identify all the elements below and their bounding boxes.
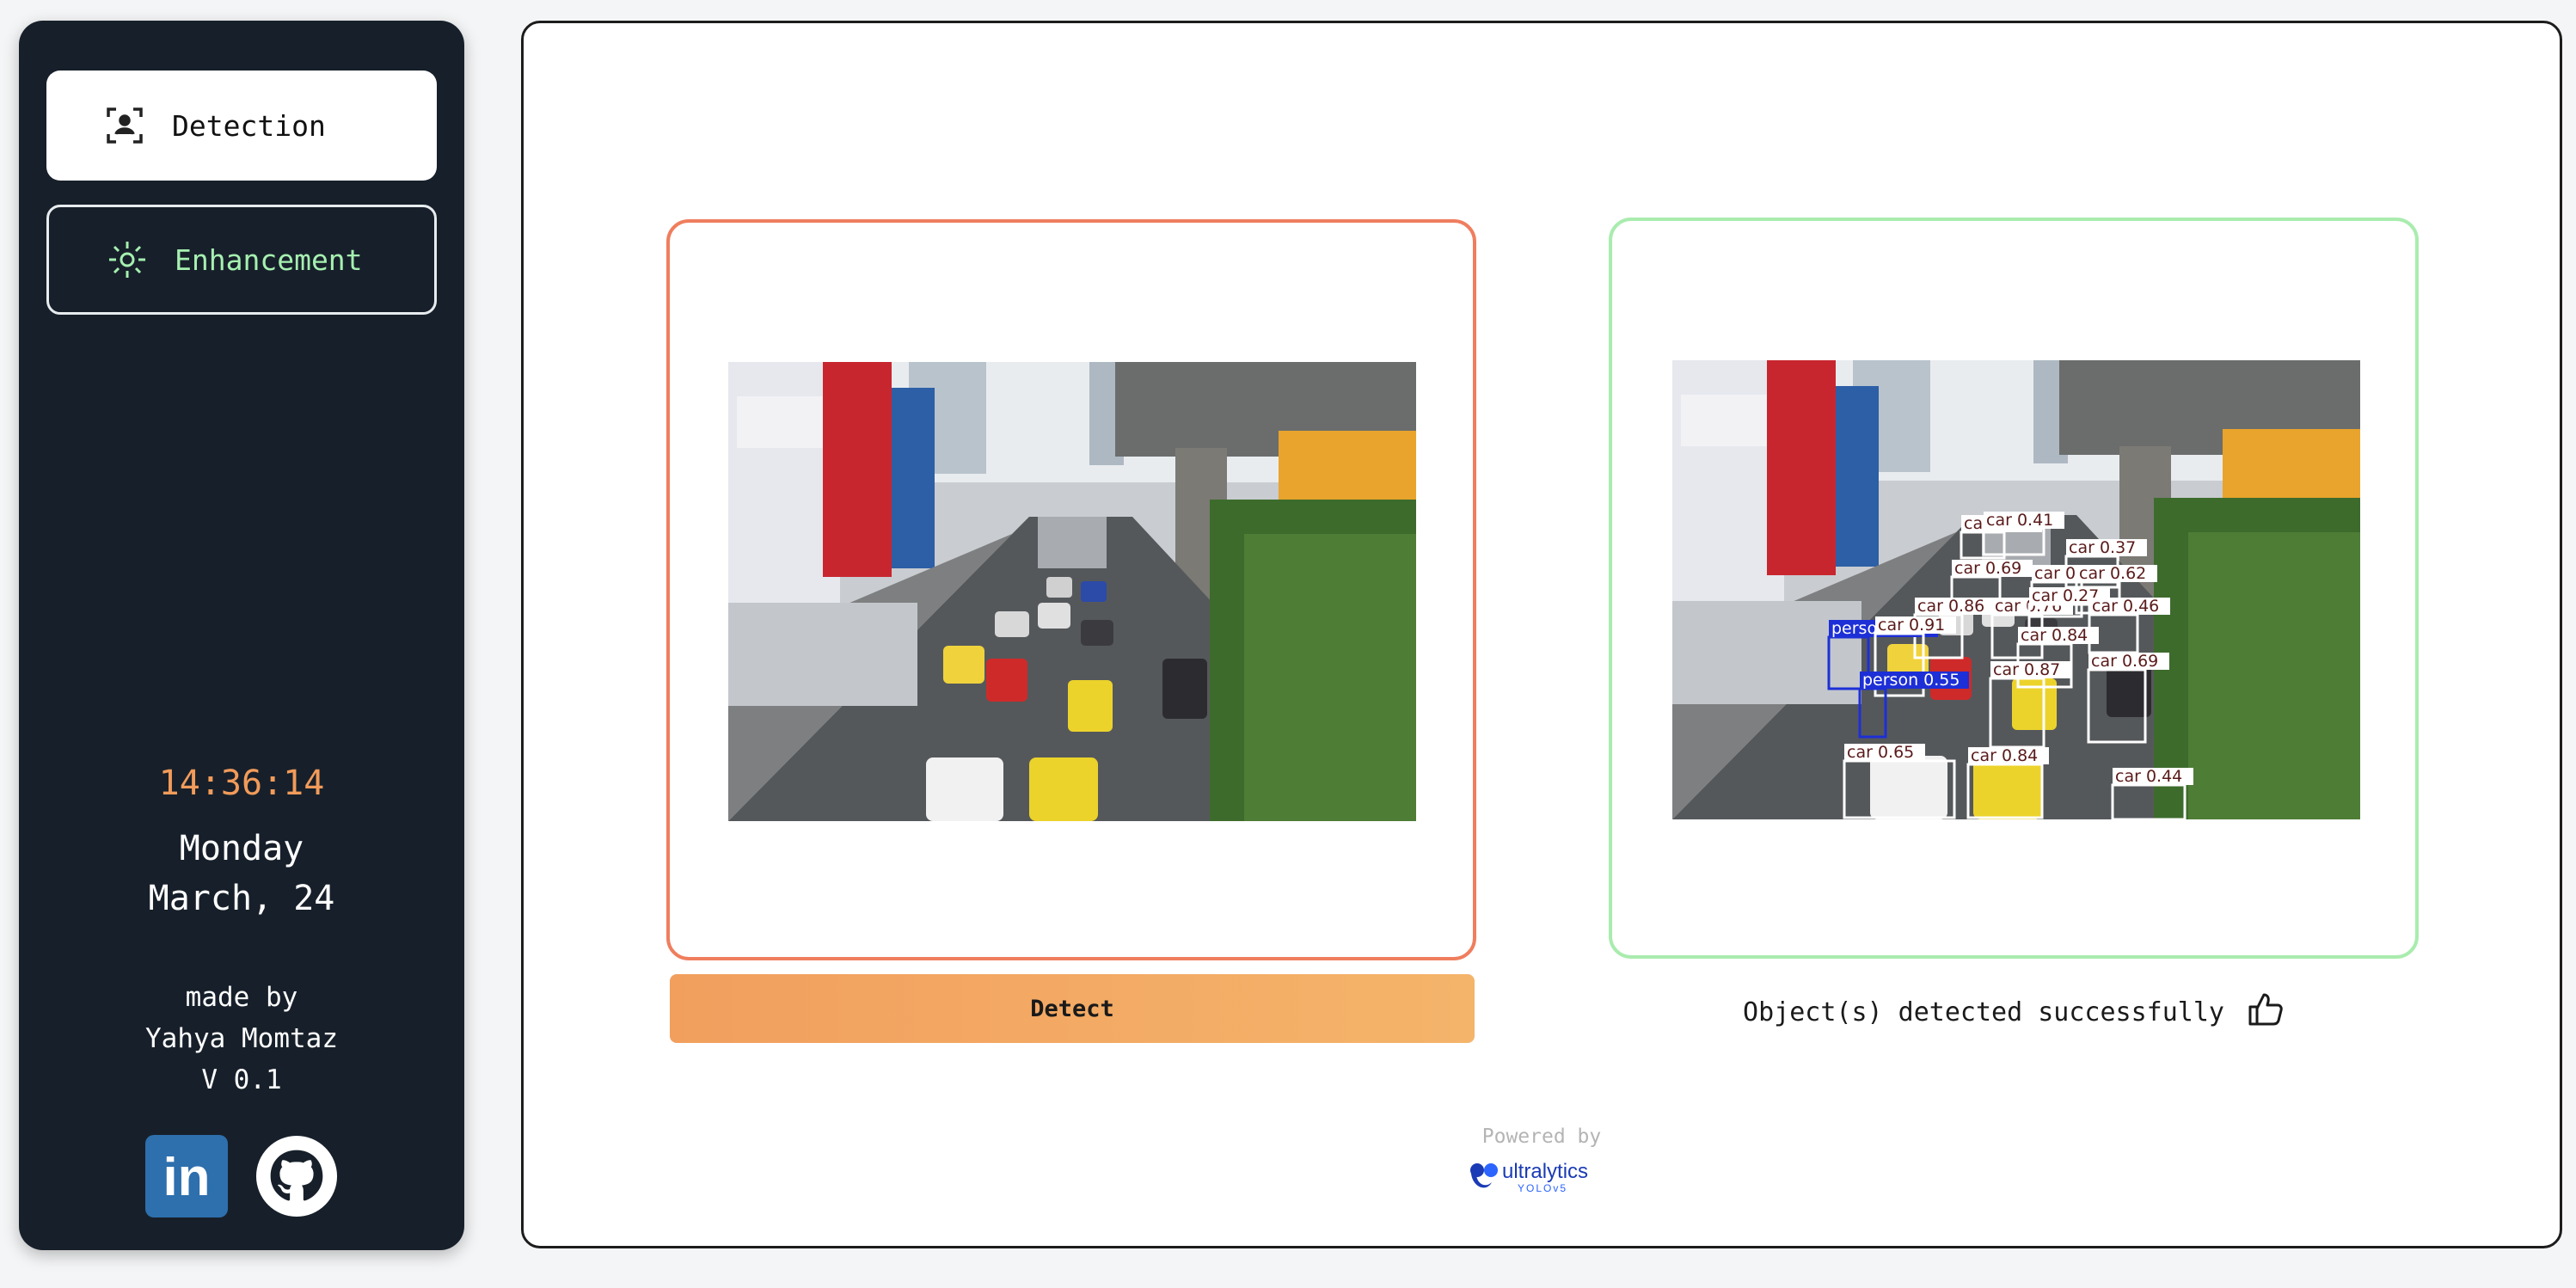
status-message: Object(s) detected successfully xyxy=(1609,990,2419,1034)
status-text: Object(s) detected successfully xyxy=(1743,997,2224,1027)
input-image-card[interactable] xyxy=(666,219,1476,960)
github-icon[interactable] xyxy=(255,1135,338,1217)
detection-label: person 0.55 xyxy=(1862,671,1960,690)
linkedin-icon[interactable]: in xyxy=(145,1135,228,1217)
thumbs-up-icon xyxy=(2247,990,2285,1034)
version-label: V 0.1 xyxy=(201,1064,282,1095)
ultralytics-mark-icon xyxy=(1470,1163,1498,1188)
nav-detection-label: Detection xyxy=(172,108,326,143)
powered-by-label: Powered by xyxy=(1481,1125,1602,1148)
credits: made by Yahya Momtaz V 0.1 xyxy=(19,977,464,1101)
nav-enhancement-label: Enhancement xyxy=(175,242,363,277)
detection-label: car 0.27 xyxy=(2032,586,2099,605)
nav-enhancement[interactable]: Enhancement xyxy=(46,205,437,315)
detection-label: car 0.84 xyxy=(2021,626,2088,645)
linkedin-glyph: in xyxy=(163,1148,210,1207)
logo-name: ultralytics xyxy=(1502,1160,1589,1183)
detection-label: car 0.41 xyxy=(1986,511,2053,530)
detection-label: car 0.44 xyxy=(2115,767,2182,786)
date-display: Monday March, 24 xyxy=(19,824,464,923)
author-name: Yahya Momtaz xyxy=(145,1023,338,1054)
ultralytics-logo: ultralytics YOLOv5 xyxy=(1469,1156,1607,1199)
detection-label: car 0.87 xyxy=(1993,660,2060,679)
logo-sub: YOLOv5 xyxy=(1518,1182,1568,1194)
input-image xyxy=(728,362,1416,821)
detection-label: car 0.69 xyxy=(2091,652,2158,671)
person-scan-icon xyxy=(103,104,146,147)
street-traffic-photo xyxy=(728,362,1416,821)
detection-label: car 0.62 xyxy=(2079,564,2146,583)
detection-label: car 0.65 xyxy=(1847,743,1914,762)
clock: 14:36:14 xyxy=(158,764,325,803)
street-traffic-photo-with-detections: car 0.25car 0.41car 0.37car 0.69car 0.64… xyxy=(1672,360,2360,819)
sparkle-icon xyxy=(106,238,149,281)
made-by-label: made by xyxy=(185,982,298,1013)
social-links: in xyxy=(19,1135,464,1217)
day-label: Monday xyxy=(179,829,304,868)
detection-label: car 0.84 xyxy=(1971,746,2038,765)
main-panel: car 0.25car 0.41car 0.37car 0.69car 0.64… xyxy=(521,21,2562,1248)
detection-label: car 0.46 xyxy=(2092,597,2159,616)
sidebar: Detection Enhancement 14:36:14 Monday Ma… xyxy=(19,21,464,1250)
detection-label: car 0.86 xyxy=(1917,597,1984,616)
detect-button[interactable]: Detect xyxy=(670,974,1475,1043)
date-label: March, 24 xyxy=(148,879,335,918)
app-page: Detection Enhancement 14:36:14 Monday Ma… xyxy=(0,0,2576,1288)
output-image-card: car 0.25car 0.41car 0.37car 0.69car 0.64… xyxy=(1609,218,2419,959)
output-image: car 0.25car 0.41car 0.37car 0.69car 0.64… xyxy=(1672,360,2360,819)
nav-detection[interactable]: Detection xyxy=(46,71,437,181)
detection-label: car 0.91 xyxy=(1878,616,1945,635)
detection-label: car 0.37 xyxy=(2069,538,2136,557)
detection-label: car 0.69 xyxy=(1954,559,2021,578)
